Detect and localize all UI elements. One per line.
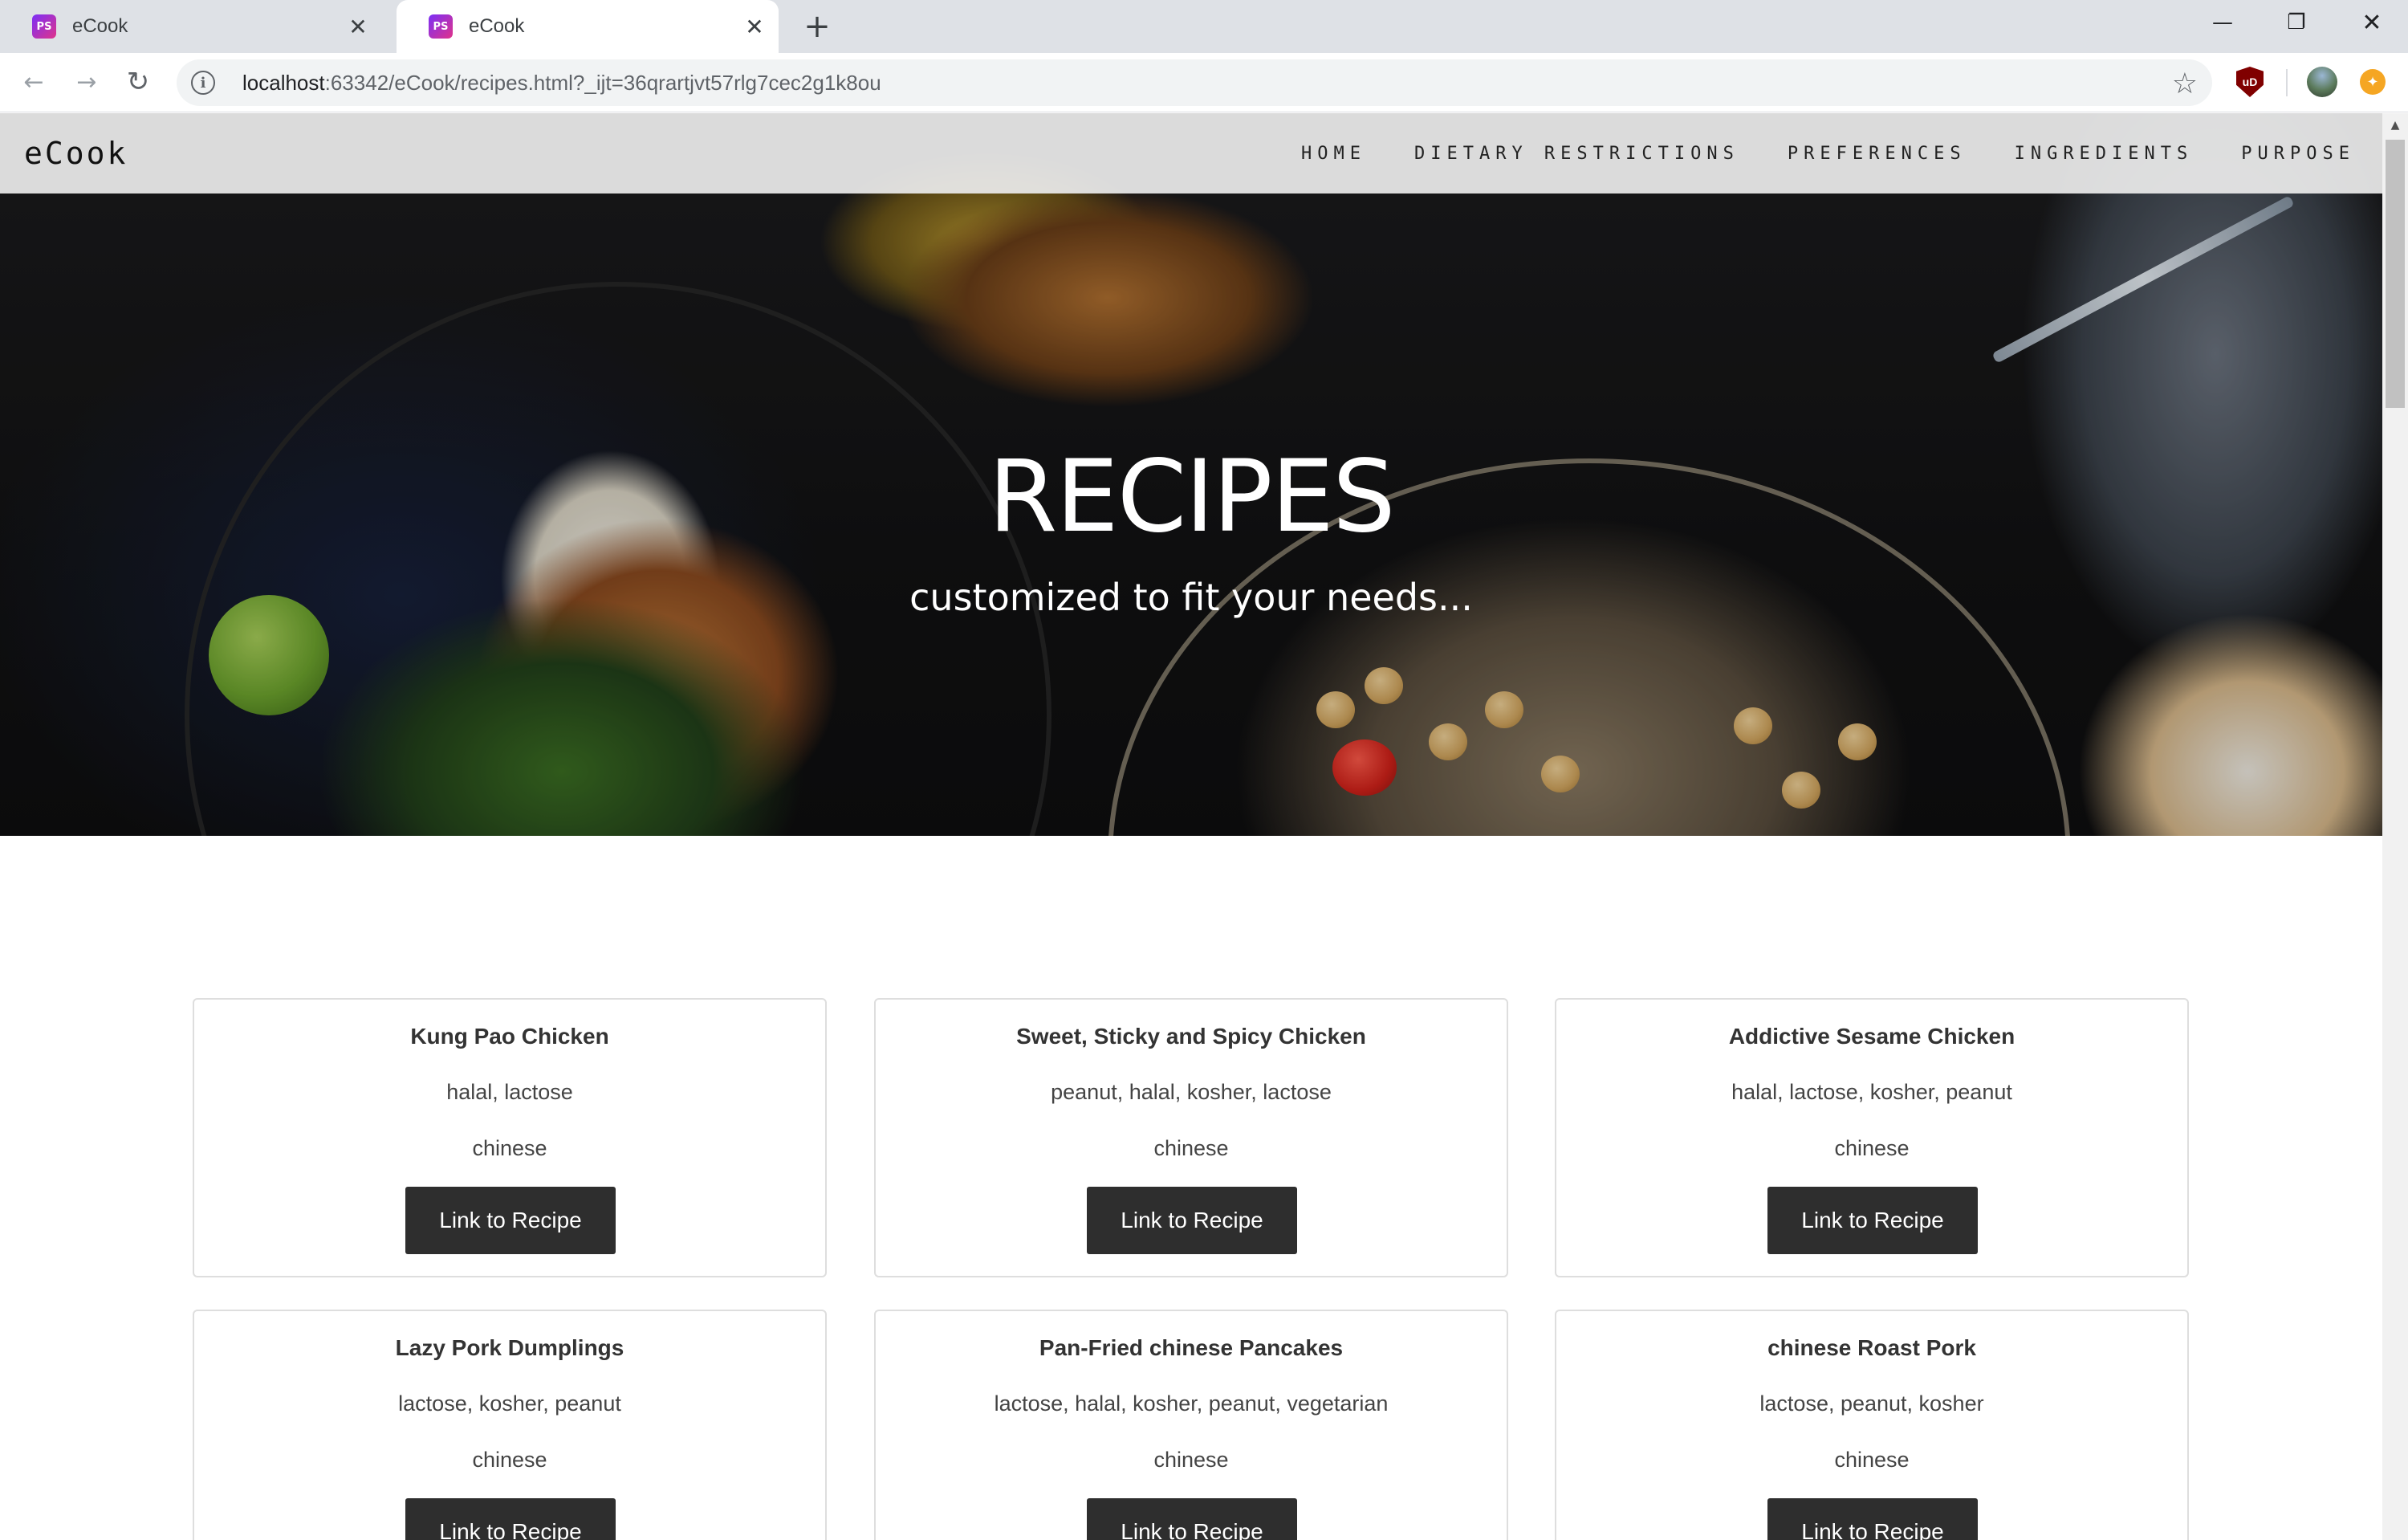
link-to-recipe-button[interactable]: Link to Recipe xyxy=(405,1498,616,1540)
recipe-card: Kung Pao Chicken halal, lactose chinese … xyxy=(193,998,827,1277)
nav-links: HOME DIETARY RESTRICTIONS PREFERENCES IN… xyxy=(1301,113,2355,194)
nav-ingredients[interactable]: INGREDIENTS xyxy=(2015,144,2194,164)
recipe-title: Pan-Fried chinese Pancakes xyxy=(1039,1335,1344,1360)
recipe-title: chinese Roast Pork xyxy=(1767,1335,1976,1360)
browser-toolbar: ← → ↻ i localhost:63342/eCook/recipes.ht… xyxy=(0,53,2408,112)
bookmark-star-icon[interactable]: ☆ xyxy=(2172,67,2198,100)
new-tab-icon[interactable]: + xyxy=(801,8,833,45)
forward-arrow-icon[interactable]: → xyxy=(69,64,104,100)
browser-tab-1[interactable]: PS eCook ✕ xyxy=(0,0,382,53)
page-viewport: RECIPES customized to fit your needs... … xyxy=(0,113,2382,1540)
minimize-icon[interactable]: — xyxy=(2186,0,2259,45)
close-icon[interactable]: ✕ xyxy=(345,14,371,40)
recipe-card: chinese Roast Pork lactose, peanut, kosh… xyxy=(1555,1310,2189,1540)
address-bar[interactable]: i localhost:63342/eCook/recipes.html?_ij… xyxy=(177,59,2212,106)
recipe-title: Addictive Sesame Chicken xyxy=(1728,1024,2015,1049)
phpstorm-icon: PS xyxy=(429,14,453,39)
brand-logo[interactable]: eCook xyxy=(24,136,128,171)
reload-icon[interactable]: ↻ xyxy=(120,64,156,100)
recipe-title: Kung Pao Chicken xyxy=(410,1024,609,1049)
nav-preferences[interactable]: PREFERENCES xyxy=(1788,144,1967,164)
nav-home[interactable]: HOME xyxy=(1301,144,1366,164)
info-icon[interactable]: i xyxy=(191,71,215,95)
scroll-up-arrow-icon[interactable]: ▲ xyxy=(2382,113,2408,137)
recipe-title: Sweet, Sticky and Spicy Chicken xyxy=(1016,1024,1366,1049)
recipe-cuisine: chinese xyxy=(472,1136,547,1160)
nav-dietary-restrictions[interactable]: DIETARY RESTRICTIONS xyxy=(1414,144,1739,164)
close-icon[interactable]: ✕ xyxy=(742,14,767,40)
recipe-cuisine: chinese xyxy=(472,1448,547,1472)
phpstorm-icon: PS xyxy=(32,14,56,39)
recipe-card: Addictive Sesame Chicken halal, lactose,… xyxy=(1555,998,2189,1277)
hero-banner: RECIPES customized to fit your needs... xyxy=(0,113,2382,836)
site-navbar: eCook HOME DIETARY RESTRICTIONS PREFEREN… xyxy=(0,113,2382,194)
link-to-recipe-button[interactable]: Link to Recipe xyxy=(1767,1187,1978,1254)
toolbar-divider xyxy=(2286,69,2288,96)
recipe-tags: peanut, halal, kosher, lactose xyxy=(1051,1080,1332,1104)
url-text[interactable]: localhost:63342/eCook/recipes.html?_ijt=… xyxy=(242,71,881,96)
recipe-cuisine: chinese xyxy=(1834,1448,1910,1472)
url-path: :63342/eCook/recipes.html?_ijt=36qrartjv… xyxy=(324,70,881,95)
ublock-extension-icon[interactable]: uD xyxy=(2236,67,2264,97)
page-scrollbar[interactable]: ▲ xyxy=(2382,113,2408,1540)
link-to-recipe-button[interactable]: Link to Recipe xyxy=(1087,1187,1297,1254)
tab-title: eCook xyxy=(469,15,525,37)
link-to-recipe-button[interactable]: Link to Recipe xyxy=(1087,1498,1297,1540)
recipe-tags: lactose, peanut, kosher xyxy=(1759,1391,1984,1416)
recipe-title: Lazy Pork Dumplings xyxy=(395,1335,624,1360)
page-title: RECIPES xyxy=(988,439,1396,555)
recipe-cuisine: chinese xyxy=(1153,1136,1229,1160)
browser-tab-strip: PS eCook ✕ PS eCook ✕ + — ❐ ✕ xyxy=(0,0,2408,53)
scroll-thumb[interactable] xyxy=(2386,140,2405,408)
link-to-recipe-button[interactable]: Link to Recipe xyxy=(405,1187,616,1254)
tab-title: eCook xyxy=(72,15,128,37)
recipe-tags: lactose, kosher, peanut xyxy=(398,1391,621,1416)
recipe-tags: lactose, halal, kosher, peanut, vegetari… xyxy=(994,1391,1389,1416)
extension-icon[interactable]: ✦ xyxy=(2360,69,2386,95)
link-to-recipe-button[interactable]: Link to Recipe xyxy=(1767,1498,1978,1540)
browser-tab-2[interactable]: PS eCook ✕ xyxy=(397,0,779,53)
window-close-icon[interactable]: ✕ xyxy=(2336,0,2408,45)
nav-purpose[interactable]: PURPOSE xyxy=(2241,144,2355,164)
restore-icon[interactable]: ❐ xyxy=(2260,0,2333,45)
recipe-cuisine: chinese xyxy=(1834,1136,1910,1160)
profile-avatar[interactable] xyxy=(2307,67,2337,97)
recipe-card: Lazy Pork Dumplings lactose, kosher, pea… xyxy=(193,1310,827,1540)
recipe-tags: halal, lactose xyxy=(446,1080,573,1104)
recipe-cuisine: chinese xyxy=(1153,1448,1229,1472)
back-arrow-icon[interactable]: ← xyxy=(16,64,51,100)
recipe-tags: halal, lactose, kosher, peanut xyxy=(1731,1080,2012,1104)
recipe-card: Pan-Fried chinese Pancakes lactose, hala… xyxy=(874,1310,1508,1540)
page-subtitle: customized to fit your needs... xyxy=(909,576,1473,619)
recipe-card: Sweet, Sticky and Spicy Chicken peanut, … xyxy=(874,998,1508,1277)
url-host: localhost xyxy=(242,70,325,95)
